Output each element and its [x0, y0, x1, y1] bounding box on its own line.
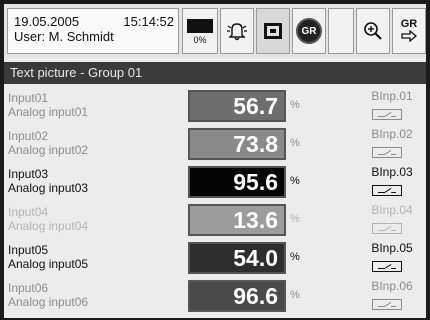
channel-value: 96.6: [188, 280, 286, 312]
time-text: 15:14:52: [123, 14, 174, 29]
channel-row[interactable]: Input02 Analog input02 73.8 % BInp.02: [4, 126, 426, 164]
channel-value: 95.6: [188, 166, 286, 198]
channel-unit: %: [290, 137, 300, 149]
binary-input-switch-icon: [372, 261, 402, 272]
channel-name: Input01 Analog input01: [8, 91, 89, 119]
user-text: User: M. Schmidt: [14, 29, 114, 44]
channel-name: Input05 Analog input05: [8, 243, 89, 271]
zoom-button[interactable]: [356, 8, 390, 54]
channel-unit: %: [290, 289, 300, 301]
channel-name: Input02 Analog input02: [8, 129, 89, 157]
binary-input-label: BInp.02: [371, 127, 413, 141]
channel-row[interactable]: Input06 Analog input06 96.6 % BInp.06: [4, 278, 426, 316]
memory-percent: 0%: [193, 35, 207, 45]
channel-name: Input06 Analog input06: [8, 281, 89, 309]
channel-row[interactable]: Input03 Analog input03 95.6 % BInp.03: [4, 164, 426, 202]
alarm-bell-icon: [227, 23, 247, 41]
memory-icon: 0%: [187, 13, 213, 49]
binary-input-label: BInp.06: [371, 279, 413, 293]
group-exit-button[interactable]: GR: [392, 8, 426, 54]
page-title: Text picture - Group 01: [4, 62, 426, 84]
binary-input-switch-icon: [372, 223, 402, 234]
channel-name: Input04 Analog input04: [8, 205, 89, 233]
toolbar: 19.05.2005 15:14:52 User: M. Schmidt 0%: [4, 4, 426, 58]
channel-row[interactable]: Input04 Analog input04 13.6 % BInp.04: [4, 202, 426, 240]
channel-unit: %: [290, 251, 300, 263]
binary-input-switch-icon: [372, 147, 402, 158]
alarm-button[interactable]: [220, 8, 254, 54]
zoom-in-icon: [364, 22, 382, 40]
memory-status-button[interactable]: 0%: [182, 8, 218, 54]
channel-value: 56.7: [188, 90, 286, 122]
text-picture-icon: [264, 23, 282, 39]
channel-row[interactable]: Input05 Analog input05 54.0 % BInp.05: [4, 240, 426, 278]
status-info-box: 19.05.2005 15:14:52 User: M. Schmidt: [7, 8, 179, 54]
binary-input-label: BInp.05: [371, 241, 413, 255]
channel-unit: %: [290, 213, 300, 225]
group-button[interactable]: GR: [292, 8, 326, 54]
channel-unit: %: [290, 175, 300, 187]
text-picture-button[interactable]: [256, 8, 290, 54]
channel-value: 54.0: [188, 242, 286, 274]
screen: 19.05.2005 15:14:52 User: M. Schmidt 0%: [4, 4, 426, 318]
binary-input-switch-icon: [372, 185, 402, 196]
binary-input-switch-icon: [372, 109, 402, 120]
binary-input-label: BInp.01: [371, 89, 413, 103]
group-icon: GR: [296, 18, 322, 44]
binary-input-label: BInp.03: [371, 165, 413, 179]
binary-input-label: BInp.04: [371, 203, 413, 217]
channel-value: 73.8: [188, 128, 286, 160]
channel-unit: %: [290, 99, 300, 111]
binary-input-switch-icon: [372, 299, 402, 310]
blank-button[interactable]: [328, 8, 354, 54]
channel-row[interactable]: Input01 Analog input01 56.7 % BInp.01: [4, 88, 426, 126]
group-exit-icon: GR: [401, 18, 417, 45]
date-text: 19.05.2005: [14, 14, 80, 29]
channel-value: 13.6: [188, 204, 286, 236]
channel-name: Input03 Analog input03: [8, 167, 89, 195]
